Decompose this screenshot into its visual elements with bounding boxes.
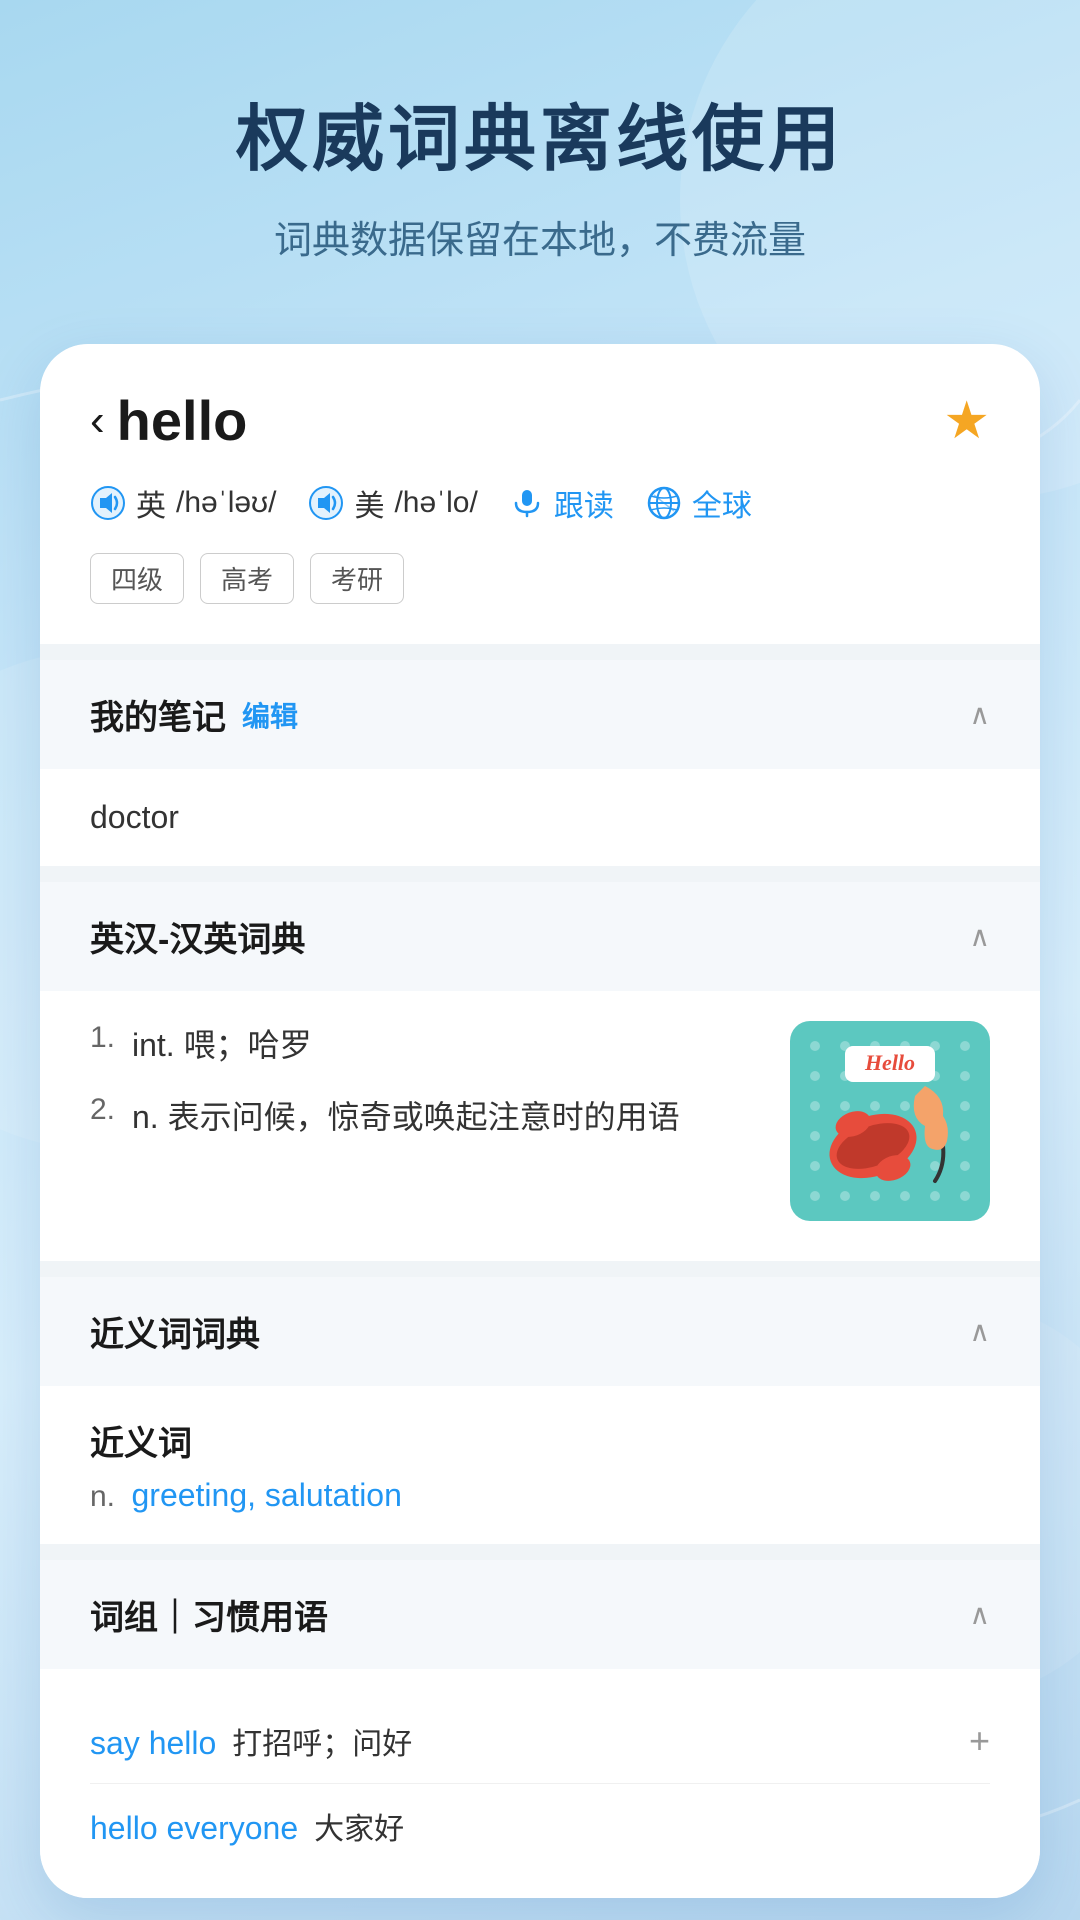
synonym-pos: n. [90, 1480, 115, 1513]
dictionary-section-header[interactable]: 英汉-汉英词典 ∧ [40, 882, 1040, 991]
notes-title-group: 我的笔记 编辑 [90, 690, 298, 739]
phrase-en-1[interactable]: say hello [90, 1725, 216, 1762]
back-word-group: ‹ hello [90, 388, 247, 453]
american-pronunciation[interactable]: 美 /həˈlo/ [308, 481, 477, 525]
phrase-en-2[interactable]: hello everyone [90, 1810, 298, 1847]
divider-4 [40, 1544, 1040, 1560]
phrase-cn-1: 打招呼；问好 [232, 1719, 412, 1763]
pronunciation-row: 英 /həˈləʊ/ 美 /həˈlo/ 跟 [90, 481, 990, 525]
divider-1 [40, 644, 1040, 660]
phrase-add-1[interactable]: + [969, 1720, 990, 1762]
follow-read-label: 跟读 [554, 481, 614, 525]
back-icon[interactable]: ‹ [90, 396, 105, 446]
mic-icon [510, 486, 544, 520]
notes-chevron: ∧ [970, 698, 991, 731]
def-text-1: int. 喂；哈罗 [132, 1021, 312, 1069]
phrase-cn-2: 大家好 [314, 1804, 404, 1848]
main-title: 权威词典离线使用 [60, 80, 1020, 185]
global-icon [646, 485, 682, 521]
british-speaker-icon [90, 485, 126, 521]
british-pronunciation[interactable]: 英 /həˈləʊ/ [90, 481, 276, 525]
tag-kaoyan: 考研 [310, 553, 404, 604]
notes-section: 我的笔记 编辑 ∧ doctor [40, 660, 1040, 866]
def-text-2: n. 表示问候，惊奇或唤起注意时的用语 [132, 1093, 680, 1141]
tag-cet4: 四级 [90, 553, 184, 604]
tags-row: 四级 高考 考研 [90, 553, 990, 604]
dictionary-card: ‹ hello ★ 英 /həˈləʊ/ [40, 344, 1040, 1898]
british-label: 英 [136, 481, 166, 525]
phrases-section-header[interactable]: 词组｜习惯用语 ∧ [40, 1560, 1040, 1669]
american-label: 美 [354, 481, 384, 525]
american-phonetic: /həˈlo/ [394, 486, 477, 520]
dictionary-title: 英汉-汉英词典 [90, 912, 305, 961]
phrase-item-2: hello everyone 大家好 [90, 1784, 990, 1868]
phrases-chevron: ∧ [970, 1598, 991, 1631]
phrases-section: 词组｜习惯用语 ∧ say hello 打招呼；问好 + hello every… [40, 1560, 1040, 1898]
def-num-1: 1. [90, 1021, 120, 1055]
hello-telephone-svg: Hello [795, 1026, 985, 1216]
notes-edit-btn[interactable]: 编辑 [242, 695, 298, 735]
definition-1: 1. int. 喂；哈罗 [90, 1021, 770, 1069]
synonyms-content: 近义词 n. greeting, salutation [40, 1386, 1040, 1544]
global-item[interactable]: 全球 [646, 481, 752, 525]
synonyms-section: 近义词词典 ∧ 近义词 n. greeting, salutation [40, 1277, 1040, 1544]
divider-3 [40, 1261, 1040, 1277]
phrase-left-2: hello everyone 大家好 [90, 1804, 404, 1848]
synonyms-section-header[interactable]: 近义词词典 ∧ [40, 1277, 1040, 1386]
star-icon[interactable]: ★ [943, 391, 990, 451]
definition-2: 2. n. 表示问候，惊奇或唤起注意时的用语 [90, 1093, 770, 1141]
synonym-words-row: n. greeting, salutation [90, 1477, 990, 1514]
svg-text:Hello: Hello [864, 1050, 915, 1075]
subtitle: 词典数据保留在本地，不费流量 [60, 209, 1020, 264]
dictionary-content: 1. int. 喂；哈罗 2. n. 表示问候，惊奇或唤起注意时的用语 [40, 991, 1040, 1261]
phrase-left-1: say hello 打招呼；问好 [90, 1719, 412, 1763]
phrases-title: 词组｜习惯用语 [90, 1590, 328, 1639]
divider-2 [40, 866, 1040, 882]
follow-read[interactable]: 跟读 [510, 481, 614, 525]
tag-gaokao: 高考 [200, 553, 294, 604]
global-label: 全球 [692, 481, 752, 525]
word-header: ‹ hello ★ 英 /həˈləʊ/ [40, 344, 1040, 644]
notes-title: 我的笔记 [90, 690, 226, 739]
dictionary-section: 英汉-汉英词典 ∧ 1. int. 喂；哈罗 2. n. 表示问候，惊奇或唤起注… [40, 882, 1040, 1261]
synonym-label: 近义词 [90, 1416, 990, 1465]
definitions-list: 1. int. 喂；哈罗 2. n. 表示问候，惊奇或唤起注意时的用语 [90, 1021, 770, 1221]
def-num-2: 2. [90, 1093, 120, 1127]
synonym-words[interactable]: greeting, salutation [131, 1477, 401, 1513]
word-text: hello [117, 388, 248, 453]
american-speaker-icon [308, 485, 344, 521]
dictionary-chevron: ∧ [970, 920, 991, 953]
phrases-content: say hello 打招呼；问好 + hello everyone 大家好 [40, 1669, 1040, 1898]
word-row: ‹ hello ★ [90, 388, 990, 453]
notes-section-header[interactable]: 我的笔记 编辑 ∧ [40, 660, 1040, 769]
note-text: doctor [90, 799, 179, 835]
notes-content: doctor [40, 769, 1040, 866]
synonyms-chevron: ∧ [970, 1315, 991, 1348]
british-phonetic: /həˈləʊ/ [176, 486, 276, 520]
phrase-item-1: say hello 打招呼；问好 + [90, 1699, 990, 1784]
hello-card-image: Hello [790, 1021, 990, 1221]
top-section: 权威词典离线使用 词典数据保留在本地，不费流量 [0, 0, 1080, 324]
synonyms-title: 近义词词典 [90, 1307, 260, 1356]
